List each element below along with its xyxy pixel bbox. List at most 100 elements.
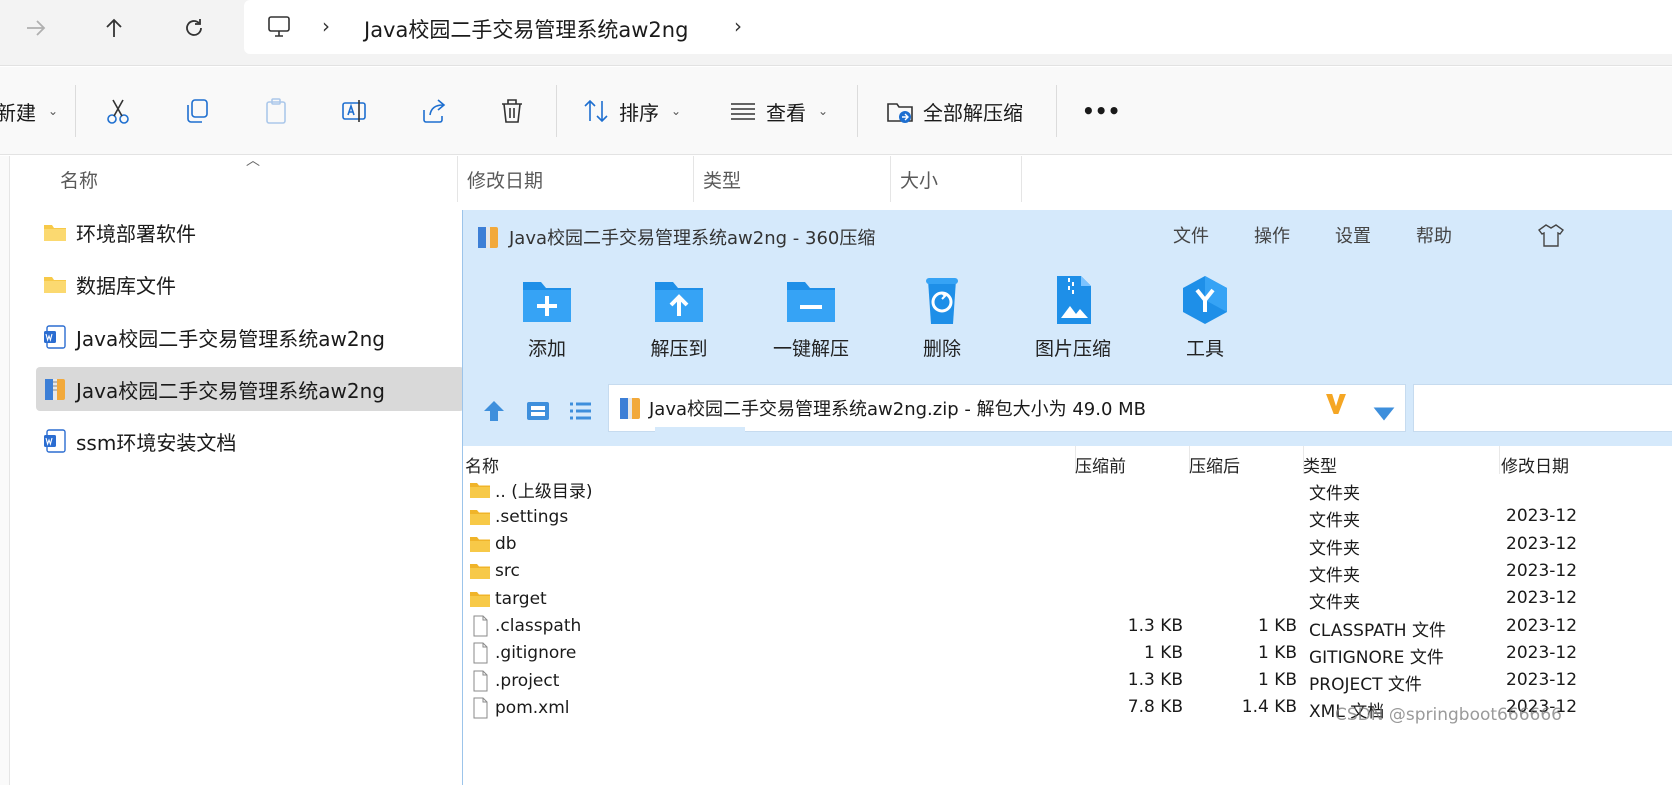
tools-tool-button[interactable]: 工具 bbox=[1155, 274, 1255, 364]
column-header-type[interactable]: 类型 bbox=[703, 166, 741, 193]
column-divider[interactable] bbox=[693, 156, 694, 202]
file-row[interactable]: ssm环境安装文档 bbox=[36, 419, 464, 463]
zip-window: Java校园二手交易管理系统aw2ng - 360压缩 文件 操作 设置 帮助 … bbox=[462, 210, 1672, 785]
zip-column-header-before[interactable]: 压缩前 bbox=[1075, 452, 1126, 477]
archive-row[interactable]: target 文件夹 2023-12 bbox=[463, 585, 1672, 613]
archive-item-size-before: 7.8 KB bbox=[1127, 697, 1183, 718]
column-header-date[interactable]: 修改日期 bbox=[467, 166, 543, 193]
command-bar: 新建 ⌄ 排序 ⌄ 查看 ⌄ 全部解压缩 ••• bbox=[0, 67, 1672, 155]
forward-button[interactable] bbox=[16, 8, 56, 48]
file-icon bbox=[473, 615, 488, 637]
archive-item-name: pom.xml bbox=[469, 694, 570, 721]
archive-item-label: src bbox=[495, 561, 520, 582]
breadcrumb-current-folder[interactable]: Java校园二手交易管理系统aw2ng bbox=[364, 14, 688, 44]
archive-item-name: .settings bbox=[469, 503, 568, 530]
chevron-right-icon[interactable]: › bbox=[322, 14, 330, 38]
add-tool-button[interactable]: 添加 bbox=[497, 274, 597, 364]
clipboard-icon bbox=[266, 98, 286, 124]
more-options-button[interactable]: ••• bbox=[1082, 89, 1120, 133]
column-divider[interactable] bbox=[1021, 156, 1022, 202]
zip-column-header-name[interactable]: 名称 bbox=[465, 452, 499, 477]
scissors-icon bbox=[107, 99, 129, 124]
delete-button[interactable] bbox=[497, 89, 527, 133]
copy-icon bbox=[187, 99, 208, 123]
archive-item-size-before: 1.3 KB bbox=[1127, 615, 1183, 636]
zip-column-header-date[interactable]: 修改日期 bbox=[1501, 452, 1569, 477]
archive-row[interactable]: db 文件夹 2023-12 bbox=[463, 531, 1672, 559]
folder-icon bbox=[470, 482, 490, 498]
rename-button[interactable] bbox=[340, 89, 370, 133]
skin-shirt-icon[interactable] bbox=[1537, 222, 1565, 248]
new-button[interactable]: 新建 ⌄ bbox=[0, 89, 58, 133]
zip-archive-icon bbox=[478, 227, 498, 248]
view-button[interactable]: 查看 ⌄ bbox=[728, 89, 828, 133]
column-header-name[interactable]: 名称 bbox=[60, 166, 98, 193]
menu-help[interactable]: 帮助 bbox=[1416, 222, 1452, 248]
delete-tool-button[interactable]: 删除 bbox=[892, 274, 992, 364]
archive-row[interactable]: .classpath 1.3 KB 1 KB CLASSPATH 文件 2023-12 bbox=[463, 613, 1672, 641]
sort-button[interactable]: 排序 ⌄ bbox=[581, 89, 681, 133]
file-row[interactable]: 数据库文件 bbox=[36, 262, 464, 306]
list-view-icon[interactable] bbox=[565, 396, 595, 426]
share-button[interactable] bbox=[419, 89, 449, 133]
archive-item-date: 2023-12 bbox=[1506, 588, 1578, 609]
menu-settings[interactable]: 设置 bbox=[1335, 222, 1371, 248]
archive-item-size-after: 1 KB bbox=[1257, 615, 1297, 636]
share-icon bbox=[423, 99, 446, 123]
menu-operate[interactable]: 操作 bbox=[1254, 222, 1290, 248]
zip-archive-icon bbox=[45, 379, 65, 400]
archive-row[interactable]: src 文件夹 2023-12 bbox=[463, 558, 1672, 586]
archive-item-type: PROJECT 文件 bbox=[1309, 675, 1422, 696]
archive-item-name: .. (上级目录) bbox=[469, 476, 592, 503]
archive-item-type: 文件夹 bbox=[1309, 538, 1360, 559]
navigation-pane[interactable] bbox=[0, 156, 10, 785]
archive-item-size-before: 1 KB bbox=[1143, 642, 1183, 663]
tool-label: 添加 bbox=[527, 338, 566, 360]
file-name: Java校园二手交易管理系统aw2ng bbox=[76, 326, 385, 351]
refresh-button[interactable] bbox=[174, 8, 214, 48]
file-row-selected[interactable]: Java校园二手交易管理系统aw2ng bbox=[36, 367, 464, 411]
file-row[interactable]: Java校园二手交易管理系统aw2ng bbox=[36, 315, 464, 359]
archive-row[interactable]: .. (上级目录) 文件夹 bbox=[463, 476, 1672, 504]
menu-file[interactable]: 文件 bbox=[1173, 222, 1209, 248]
zip-column-header-after[interactable]: 压缩后 bbox=[1189, 452, 1240, 477]
chevron-down-icon: ⌄ bbox=[671, 104, 682, 118]
rename-icon bbox=[342, 100, 366, 122]
chevron-down-icon[interactable] bbox=[1371, 401, 1397, 427]
paste-button[interactable] bbox=[261, 89, 291, 133]
archive-row[interactable]: .gitignore 1 KB 1 KB GITIGNORE 文件 2023-12 bbox=[463, 640, 1672, 668]
folder-icon bbox=[44, 225, 66, 241]
sort-label: 排序 bbox=[619, 100, 659, 125]
chevron-right-icon[interactable]: › bbox=[734, 14, 742, 38]
file-row[interactable]: 环境部署软件 bbox=[36, 210, 464, 254]
360-v-logo-icon[interactable] bbox=[1323, 391, 1349, 417]
up-button[interactable] bbox=[94, 8, 134, 48]
archive-search-input[interactable] bbox=[1413, 384, 1672, 432]
more-icon: ••• bbox=[1082, 99, 1121, 123]
word-doc-icon bbox=[44, 325, 66, 349]
file-name: ssm环境安装文档 bbox=[76, 430, 237, 455]
column-divider[interactable] bbox=[1499, 446, 1500, 474]
zip-column-header-type[interactable]: 类型 bbox=[1303, 452, 1337, 477]
thumbnail-view-icon[interactable] bbox=[523, 396, 553, 426]
one-click-extract-tool-button[interactable]: 一键解压 bbox=[761, 274, 861, 364]
archive-item-label: target bbox=[495, 588, 547, 609]
column-header-size[interactable]: 大小 bbox=[900, 166, 938, 193]
column-divider[interactable] bbox=[457, 156, 458, 202]
archive-path-box[interactable]: Java校园二手交易管理系统aw2ng.zip - 解包大小为 49.0 MB bbox=[608, 384, 1406, 433]
extract-folder-icon bbox=[887, 103, 913, 123]
column-divider[interactable] bbox=[890, 156, 891, 202]
archive-item-date: 2023-12 bbox=[1506, 506, 1578, 527]
image-compress-tool-button[interactable]: 图片压缩 bbox=[1023, 274, 1123, 364]
copy-button[interactable] bbox=[182, 89, 212, 133]
address-bar[interactable]: › Java校园二手交易管理系统aw2ng › bbox=[244, 0, 1672, 54]
extract-to-tool-button[interactable]: 解压到 bbox=[629, 274, 729, 364]
cut-button[interactable] bbox=[103, 89, 133, 133]
archive-row[interactable]: .settings 文件夹 2023-12 bbox=[463, 503, 1672, 531]
toolbar-divider bbox=[1056, 85, 1057, 137]
zip-title-text: Java校园二手交易管理系统aw2ng - 360压缩 bbox=[509, 228, 876, 249]
archive-row[interactable]: .project 1.3 KB 1 KB PROJECT 文件 2023-12 bbox=[463, 667, 1672, 696]
arrow-up-icon[interactable] bbox=[479, 396, 509, 426]
extract-all-button[interactable]: 全部解压缩 bbox=[885, 89, 1023, 133]
tools-hexagon-icon bbox=[1183, 276, 1227, 324]
